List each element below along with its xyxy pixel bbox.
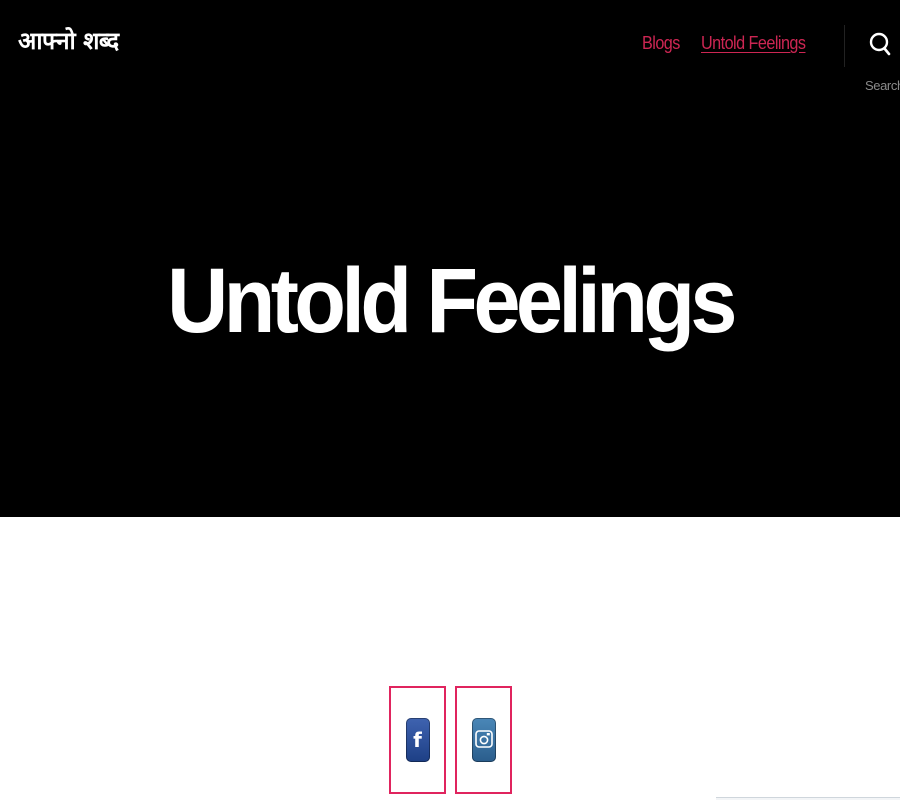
page: आफ्नो शब्द Blogs Untold Feelings Search … [0, 0, 900, 800]
page-title: Untold Feelings [167, 250, 737, 352]
facebook-link[interactable]: f [389, 686, 446, 794]
search-label: Search [865, 78, 900, 93]
facebook-icon: f [405, 718, 430, 762]
nav-divider [844, 25, 845, 67]
search-icon [869, 32, 891, 56]
site-title-link[interactable]: आफ्नो शब्द [18, 24, 119, 57]
primary-nav: Blogs Untold Feelings [642, 33, 817, 54]
facebook-glyph: f [413, 728, 422, 752]
instagram-link[interactable] [455, 686, 512, 794]
nav-link-untold-feelings[interactable]: Untold Feelings [701, 33, 806, 54]
camera-glyph [474, 730, 493, 748]
hero-banner: Untold Feelings [0, 100, 900, 517]
nav-link-blogs[interactable]: Blogs [642, 33, 680, 54]
social-links: f [389, 686, 512, 794]
search-button[interactable]: Search [860, 28, 900, 98]
instagram-icon [471, 718, 496, 762]
site-header: आफ्नो शब्द Blogs Untold Feelings Search [0, 0, 900, 100]
